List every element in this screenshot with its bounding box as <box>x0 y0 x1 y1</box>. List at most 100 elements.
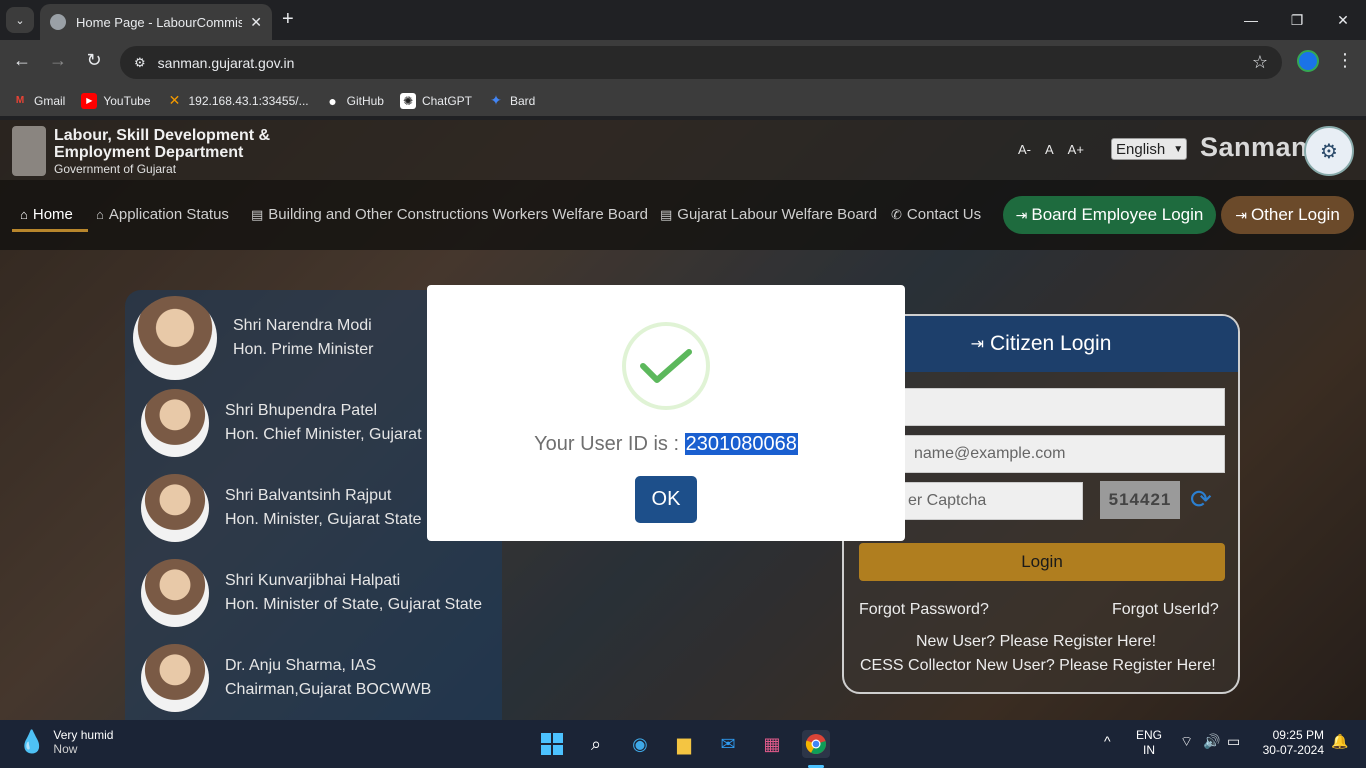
leader-text: Shri Narendra Modi Hon. Prime Minister <box>233 314 373 362</box>
email-input[interactable]: name@example.com <box>859 435 1225 473</box>
department-title: Labour, Skill Development & Employment D… <box>54 127 270 161</box>
tab-search-button[interactable]: ⌄ <box>6 7 34 33</box>
search-icon[interactable]: ⌕ <box>582 730 610 758</box>
user-id-value[interactable]: 2301080068 <box>684 433 798 455</box>
document-icon: ▤ <box>251 206 264 222</box>
other-login-button[interactable]: ⇥ Other Login <box>1221 196 1354 234</box>
nav-home-label: Home <box>32 206 73 223</box>
bookmark-chatgpt[interactable]: ✺ ChatGPT <box>399 92 472 109</box>
leader-name: Shri Balvantsinh Rajput <box>225 487 392 504</box>
window-close-button[interactable]: ✕ <box>1320 0 1366 40</box>
leader-text: Shri Bhupendra Patel Hon. Chief Minister… <box>225 399 422 447</box>
nav-glwb-label: Gujarat Labour Welfare Board <box>677 206 878 223</box>
clock[interactable]: 09:25 PM 30-07-2024 <box>1258 728 1324 758</box>
bookmark-youtube[interactable]: ▶ YouTube <box>81 92 151 109</box>
extension-icon[interactable] <box>1297 50 1319 72</box>
leader-text: Shri Kunvarjibhai Halpati Hon. Minister … <box>225 569 482 617</box>
forward-button[interactable]: → <box>46 50 70 71</box>
bookmark-star-icon[interactable]: ☆ <box>1252 52 1268 73</box>
bookmark-label: YouTube <box>103 93 151 108</box>
site-info-icon[interactable]: ⚙ <box>134 55 146 71</box>
leader-name: Shri Narendra Modi <box>233 317 372 334</box>
language-select[interactable]: English ▼ <box>1111 138 1187 160</box>
font-size-controls: A- A A+ <box>1018 142 1084 157</box>
success-checkmark-icon <box>622 322 710 410</box>
login-icon: ⇥ <box>1015 206 1028 223</box>
leader-title: Hon. Chief Minister, Gujarat <box>225 426 422 443</box>
captcha-image: 514421 <box>1100 481 1180 519</box>
login-button[interactable]: Login <box>859 543 1225 581</box>
board-employee-login-button[interactable]: ⇥ Board Employee Login <box>1003 196 1216 234</box>
new-tab-button[interactable]: + <box>282 8 294 31</box>
leader-title: Chairman,Gujarat BOCWWB <box>225 681 432 698</box>
bookmark-local-ip[interactable]: ✕ 192.168.43.1:33455/... <box>167 92 309 109</box>
nav-application-status[interactable]: ⌂ Application Status <box>96 206 229 223</box>
phone-icon: ✆ <box>891 206 902 222</box>
nav-home[interactable]: ⌂ Home <box>20 206 73 223</box>
success-dialog: Your User ID is : 2301080068 OK <box>427 285 905 541</box>
nav-contact-us[interactable]: ✆ Contact Us <box>891 206 981 223</box>
browser-tab-bar: ⌄ Home Page - LabourCommission ✕ + — ❐ ✕ <box>0 0 1366 40</box>
forgot-userid-link[interactable]: Forgot UserId? <box>1112 601 1219 619</box>
windows-start-icon[interactable] <box>538 730 566 758</box>
show-hidden-icons-chevron-icon[interactable]: ^ <box>1104 734 1111 749</box>
site-header: Labour, Skill Development & Employment D… <box>0 120 1366 180</box>
email-placeholder: name@example.com <box>914 445 1066 462</box>
ok-button[interactable]: OK <box>635 476 697 523</box>
water-drop-icon: 💧 <box>18 729 46 754</box>
x-shaped-icon: ✕ <box>168 92 181 108</box>
other-login-label: Other Login <box>1250 205 1340 224</box>
store-icon[interactable]: ▦ <box>758 730 786 758</box>
document-icon: ▤ <box>660 206 673 222</box>
back-button[interactable]: ← <box>10 50 34 71</box>
reload-button[interactable]: ↻ <box>82 50 106 71</box>
nav-bocw-board[interactable]: ▤ Building and Other Constructions Worke… <box>251 206 648 223</box>
nav-labour-welfare-board[interactable]: ▤ Gujarat Labour Welfare Board <box>660 206 877 223</box>
refresh-captcha-icon[interactable]: ⟳ <box>1190 484 1212 515</box>
active-nav-indicator <box>12 229 88 232</box>
mail-icon[interactable]: ✉ <box>714 730 742 758</box>
restore-button[interactable]: ❐ <box>1274 0 1320 40</box>
volume-icon[interactable]: 🔊 <box>1203 734 1220 749</box>
weather-widget[interactable]: 💧 Very humid Now <box>18 728 113 756</box>
bookmark-bard[interactable]: ✦ Bard <box>488 92 535 109</box>
chevron-down-icon: ▼ <box>1173 143 1184 155</box>
battery-icon[interactable]: ▭ <box>1227 734 1240 749</box>
nav-contact-label: Contact Us <box>906 206 982 223</box>
leader-photo <box>141 644 209 712</box>
forgot-password-link[interactable]: Forgot Password? <box>859 601 989 619</box>
region-code: IN <box>1143 743 1155 757</box>
wifi-icon[interactable]: ⌔ <box>1180 734 1193 749</box>
font-decrease-button[interactable]: A- <box>1018 142 1031 157</box>
font-increase-button[interactable]: A+ <box>1068 142 1084 157</box>
tab-close-icon[interactable]: ✕ <box>250 14 262 31</box>
browser-menu-icon[interactable]: ⋮ <box>1336 50 1354 71</box>
user-id-prefix: Your User ID is : <box>534 433 685 455</box>
home-icon: ⌂ <box>20 207 28 222</box>
user-id-input[interactable] <box>859 388 1225 426</box>
clock-date: 30-07-2024 <box>1262 743 1324 757</box>
input-language-indicator[interactable]: ENG IN <box>1136 728 1162 758</box>
chatgpt-icon: ✺ <box>399 92 416 109</box>
browser-tab[interactable]: Home Page - LabourCommission ✕ <box>40 4 272 40</box>
home-icon: ⌂ <box>96 207 104 222</box>
font-normal-button[interactable]: A <box>1045 142 1054 157</box>
file-explorer-icon[interactable]: ▆ <box>670 730 698 758</box>
address-bar[interactable]: ⚙ sanman.gujarat.gov.in ☆ <box>120 46 1282 79</box>
bookmark-gmail[interactable]: M Gmail <box>12 93 66 109</box>
edge-icon[interactable]: ◉ <box>626 730 654 758</box>
cess-register-link[interactable]: CESS Collector New User? Please Register… <box>860 657 1216 675</box>
captcha-placeholder: er Captcha <box>908 492 987 509</box>
main-navigation: ⌂ Home ⌂ Application Status ▤ Building a… <box>0 180 1366 250</box>
chrome-icon[interactable] <box>802 730 830 758</box>
bard-sparkle-icon: ✦ <box>490 92 502 108</box>
bookmark-label: ChatGPT <box>421 93 472 108</box>
state-emblem-icon <box>12 126 46 176</box>
leader-photo <box>141 559 209 627</box>
leader-text: Shri Balvantsinh Rajput Hon. Minister, G… <box>225 484 422 532</box>
notification-bell-icon[interactable]: 🔔 <box>1331 734 1348 749</box>
new-user-register-link[interactable]: New User? Please Register Here! <box>916 633 1156 651</box>
minimize-button[interactable]: — <box>1228 0 1274 40</box>
bookmark-github[interactable]: ● GitHub <box>325 93 384 109</box>
nav-bocw-label: Building and Other Constructions Workers… <box>268 206 648 223</box>
